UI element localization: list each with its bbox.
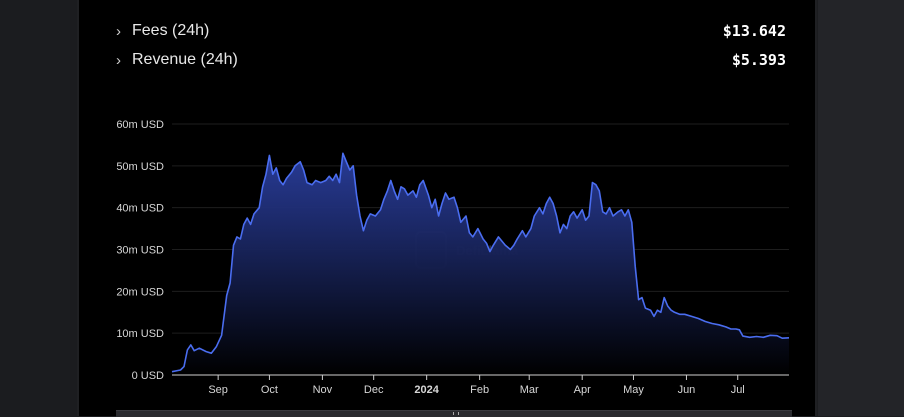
x-tick-label: Sep [208, 384, 228, 396]
x-tick-label: Nov [313, 384, 333, 396]
x-tick-label: Jul [731, 384, 745, 396]
x-tick-label: Feb [470, 384, 489, 396]
stat-label-fees: Fees (24h) [132, 22, 210, 39]
fees-area-chart[interactable]: 0 USD 10m USD 20m USD 30m USD 40m USD 50m USD… [100, 110, 800, 400]
y-tick-label: 30m USD [116, 245, 164, 257]
stat-value-fees: $13.642 [722, 22, 786, 40]
y-tick-label: 50m USD [116, 161, 164, 173]
stat-label-revenue: Revenue (24h) [132, 51, 238, 68]
y-tick-label: 60m USD [116, 119, 164, 131]
x-tick-label: Apr [574, 384, 591, 396]
x-tick-label: Jun [678, 384, 696, 396]
y-tick-label: 0 USD [132, 370, 164, 382]
y-tick-label: 20m USD [116, 286, 164, 298]
y-tick-label: 10m USD [116, 328, 164, 340]
stat-row-revenue[interactable]: › Revenue (24h) $5.393 [116, 48, 786, 72]
x-tick-label: 2024 [414, 384, 439, 396]
x-tick-label: Oct [261, 384, 278, 396]
stat-value-revenue: $5.393 [731, 51, 786, 69]
y-tick-label: 40m USD [116, 203, 164, 215]
left-background [0, 0, 77, 416]
x-tick-label: Dec [364, 384, 384, 396]
x-tick-label: Mar [520, 384, 539, 396]
chevron-right-icon: › [116, 22, 121, 40]
chevron-right-icon: › [116, 51, 121, 69]
scroll-grip-handle[interactable] [453, 412, 459, 415]
stat-row-fees[interactable]: › Fees (24h) $13.642 [116, 19, 786, 43]
x-tick-label: May [623, 384, 644, 396]
right-sidebar [818, 0, 904, 416]
fees-area-fill [172, 153, 789, 375]
